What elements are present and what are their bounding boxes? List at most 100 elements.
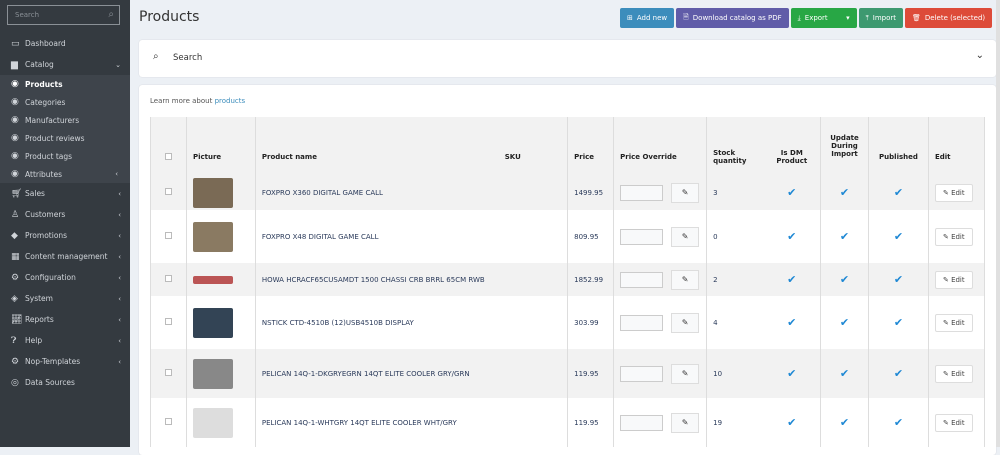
label: Products — [25, 79, 63, 89]
col-price[interactable]: Price — [567, 117, 615, 175]
monitor-icon: ▭ — [11, 38, 20, 49]
check-icon: ✔ — [820, 210, 869, 263]
label: Attributes — [25, 169, 63, 179]
price: 1852.99 — [567, 263, 615, 296]
sidebar-item-manufacturers[interactable]: ◉ Manufacturers — [0, 111, 130, 129]
price-override-input[interactable] — [620, 365, 664, 382]
col-product-name[interactable]: Product name — [254, 117, 499, 175]
stock-quantity: 19 — [706, 398, 764, 447]
export-button[interactable]: ⤓ Export ▾ — [790, 8, 857, 28]
sidebar-item-product-tags[interactable]: ◉ Product tags — [0, 147, 130, 165]
delete-selected-button[interactable]: 🗑︎ Delete (selected) — [905, 8, 993, 28]
stock-quantity: 0 — [706, 210, 764, 263]
sidebar-item-products[interactable]: ◉ Products — [0, 75, 130, 93]
sidebar-item-promotions[interactable]: ◆ Promotions ‹ — [0, 225, 130, 246]
row-checkbox[interactable] — [164, 318, 172, 325]
price-override-input[interactable] — [620, 314, 664, 331]
label: Manufacturers — [25, 115, 80, 125]
sidebar-item-catalog[interactable]: ▆ Catalog ⌄ — [0, 54, 130, 75]
col-is-dm[interactable]: Is DM Product — [763, 117, 822, 175]
table-row: HOWA HCRACF65CUSAMDT 1500 CHASSI CRB BRR… — [150, 263, 986, 296]
sidebar-item-attributes[interactable]: ◉ Attributes ‹ — [0, 165, 130, 183]
price-override-cell: ✎ — [613, 296, 708, 349]
sidebar-item-system[interactable]: ◈ System ‹ — [0, 288, 130, 309]
product-thumbnail — [192, 275, 233, 284]
price-override-input[interactable] — [620, 271, 664, 288]
sidebar-item-reports[interactable]: 📈︎ Reports ‹ — [0, 309, 130, 330]
edit-button[interactable]: ✎ Edit — [934, 270, 973, 289]
col-edit: Edit — [927, 117, 986, 175]
edit-button[interactable]: ✎ Edit — [934, 364, 973, 383]
page-scrollbar[interactable] — [996, 0, 1000, 447]
circle-icon: ◎ — [11, 377, 19, 388]
search-icon[interactable]: ⌕ — [108, 9, 114, 20]
pencil-icon[interactable]: ✎ — [671, 226, 700, 247]
sidebar-item-configuration[interactable]: ⚙ Configuration ‹ — [0, 267, 130, 288]
check-icon: ✔ — [867, 210, 929, 263]
edit-cell: ✎ Edit — [927, 349, 986, 398]
sidebar-search-input[interactable]: Search ⌕ — [7, 5, 120, 25]
col-sku[interactable]: SKU — [498, 117, 569, 175]
row-checkbox[interactable] — [164, 232, 172, 239]
col-published[interactable]: Published — [867, 117, 929, 175]
caret-down-icon[interactable]: ▾ — [846, 14, 850, 22]
label: Delete (selected) — [924, 14, 986, 22]
sidebar-item-content-management[interactable]: ▦ Content management ‹ — [0, 246, 130, 267]
price-override-input[interactable] — [620, 228, 664, 245]
label: Sales — [25, 189, 45, 198]
col-update-during-import[interactable]: Update During Import — [820, 117, 869, 175]
sidebar-item-product-reviews[interactable]: ◉ Product reviews — [0, 129, 130, 147]
price-override-input[interactable] — [620, 184, 664, 201]
pencil-icon[interactable]: ✎ — [671, 363, 700, 384]
edit-button[interactable]: ✎ Edit — [934, 227, 973, 246]
sidebar-item-sales[interactable]: 🛒︎ Sales ‹ — [0, 183, 130, 204]
label: Download catalog as PDF — [692, 14, 782, 22]
pencil-icon[interactable]: ✎ — [671, 269, 700, 290]
pencil-icon[interactable]: ✎ — [671, 182, 700, 203]
download-pdf-button[interactable]: 🗎︎ Download catalog as PDF — [676, 8, 789, 28]
pencil-icon[interactable]: ✎ — [671, 412, 700, 433]
sidebar-item-customers[interactable]: ♙ Customers ‹ — [0, 204, 130, 225]
sidebar-item-nop-templates[interactable]: ⚙ Nop-Templates ‹ — [0, 351, 130, 372]
price-override-cell: ✎ — [613, 210, 708, 263]
edit-button[interactable]: ✎ Edit — [934, 183, 973, 202]
label: Customers — [25, 210, 66, 219]
check-icon: ✔ — [763, 398, 822, 447]
import-button[interactable]: ⤒ Import — [858, 8, 903, 28]
price-override-input[interactable] — [620, 414, 664, 431]
label: Edit — [951, 188, 965, 197]
edit-button[interactable]: ✎ Edit — [934, 313, 973, 332]
sidebar-item-categories[interactable]: ◉ Categories — [0, 93, 130, 111]
product-name: FOXPRO X360 DIGITAL GAME CALL — [254, 175, 569, 210]
search-panel[interactable]: ⌕ Search ⌄ — [139, 40, 996, 77]
product-thumbnail — [192, 358, 233, 389]
label: Help — [25, 336, 43, 345]
products-help-link[interactable]: products — [215, 97, 246, 105]
sidebar-item-dashboard[interactable]: ▭ Dashboard — [0, 33, 130, 54]
edit-button[interactable]: ✎ Edit — [934, 413, 973, 432]
add-new-button[interactable]: ⊞ Add new — [620, 8, 675, 28]
picture-cell — [185, 349, 256, 398]
edit-cell: ✎ Edit — [927, 210, 986, 263]
label: Categories — [25, 97, 66, 107]
sidebar-item-data-sources[interactable]: ◎ Data Sources — [0, 372, 130, 393]
circle-dot-icon: ◉ — [11, 133, 19, 143]
price: 1499.95 — [567, 175, 615, 210]
row-checkbox[interactable] — [164, 188, 172, 195]
check-icon: ✔ — [763, 175, 822, 210]
chevron-left-icon: ‹ — [118, 252, 121, 261]
sidebar-item-help[interactable]: ❓︎ Help ‹ — [0, 330, 130, 351]
row-checkbox[interactable] — [164, 275, 172, 282]
select-all-checkbox[interactable] — [164, 152, 172, 160]
chevron-down-icon[interactable]: ⌄ — [976, 50, 984, 61]
pencil-icon[interactable]: ✎ — [671, 312, 700, 333]
table-row: FOXPRO X360 DIGITAL GAME CALL 1499.95 ✎ … — [150, 175, 986, 210]
label: Edit — [951, 232, 965, 241]
chevron-left-icon: ‹ — [118, 189, 121, 198]
row-checkbox[interactable] — [164, 418, 172, 425]
stock-quantity: 3 — [706, 175, 764, 210]
col-stock[interactable]: Stock quantity — [706, 117, 764, 175]
row-checkbox[interactable] — [164, 369, 172, 376]
chevron-left-icon: ‹ — [118, 336, 121, 345]
question-icon: ❓︎ — [11, 335, 17, 346]
